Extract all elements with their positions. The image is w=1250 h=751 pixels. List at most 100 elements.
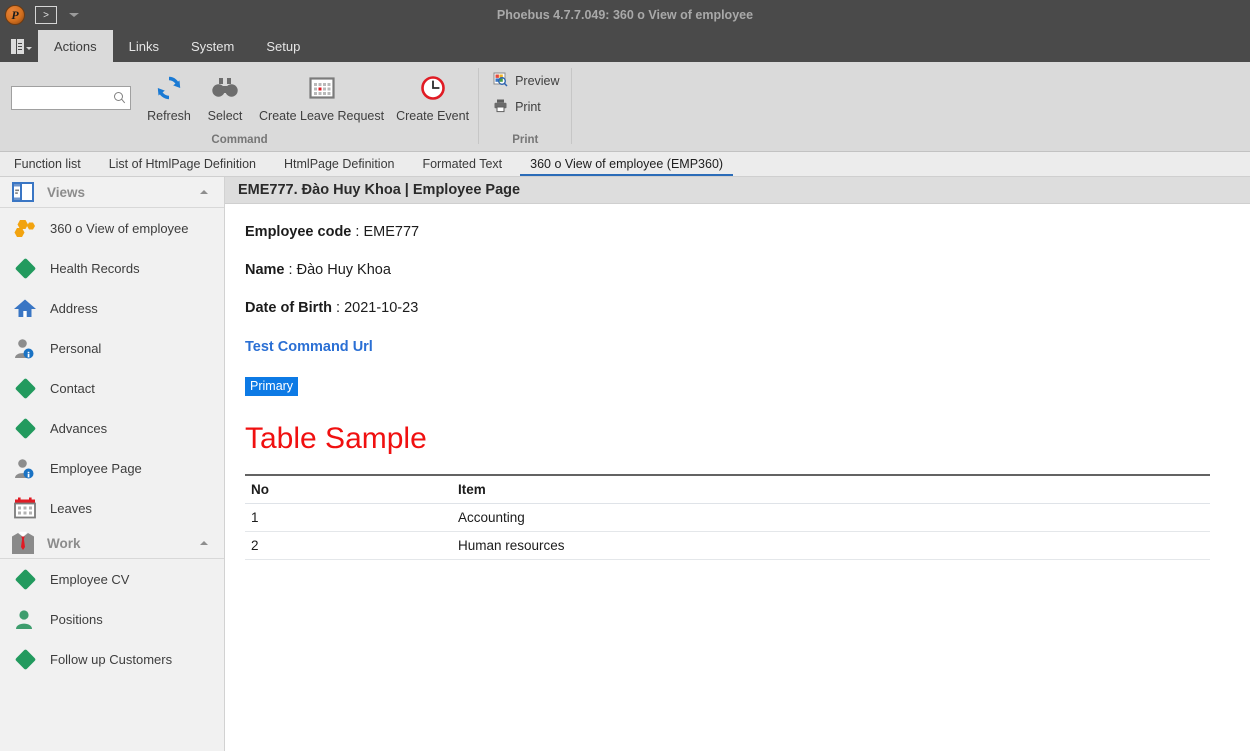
table-sample-heading: Table Sample	[245, 422, 427, 455]
tab-function-list[interactable]: Function list	[0, 152, 95, 176]
table-cell-item: Human resources	[452, 531, 1210, 560]
quick-access-dropdown-icon[interactable]	[69, 13, 79, 17]
select-button[interactable]: Select	[197, 69, 253, 123]
search-input[interactable]	[16, 90, 114, 106]
sidebar-item-follow-up-customers[interactable]: Follow up Customers	[0, 639, 224, 679]
sidebar-section-work-title: Work	[47, 535, 81, 551]
diamond-icon	[12, 257, 38, 279]
main-content: EME777. Đào Huy Khoa | Employee Page Emp…	[225, 177, 1250, 751]
tab-360-view-of-employee[interactable]: 360 o View of employee (EMP360)	[516, 152, 737, 176]
select-label: Select	[207, 109, 243, 123]
field-name-separator: :	[284, 262, 297, 278]
sidebar-item-label: Address	[50, 300, 98, 316]
sidebar-section-work-header[interactable]: Work	[0, 528, 224, 559]
sidebar-item-label: Contact	[50, 380, 95, 396]
field-date-of-birth-value: 2021-10-23	[344, 300, 419, 316]
ribbon-group-print: Preview Print Print	[479, 62, 573, 152]
preview-label: Preview	[515, 74, 560, 88]
sidebar-item-label: Personal	[50, 340, 102, 356]
workspace: Views 360 o View of employee Health Reco…	[0, 177, 1250, 751]
page-title: EME777. Đào Huy Khoa | Employee Page	[225, 177, 1250, 204]
table-cell-no: 1	[245, 503, 452, 532]
page-body: Employee code : EME777 Name : Đào Huy Kh…	[225, 204, 1250, 560]
sidebar-item-360-view-of-employee[interactable]: 360 o View of employee	[0, 208, 224, 248]
ribbon-tab-system[interactable]: System	[175, 30, 250, 62]
diamond-icon	[12, 377, 38, 399]
sidebar-item-label: Follow up Customers	[50, 651, 173, 667]
menu-book-icon	[10, 37, 24, 55]
sidebar-item-positions[interactable]: Positions	[0, 599, 224, 639]
field-employee-code-value: EME777	[363, 224, 420, 240]
quick-access-button[interactable]: >	[35, 6, 57, 24]
sidebar-item-employee-cv[interactable]: Employee CV	[0, 559, 224, 599]
person-info-icon	[12, 338, 38, 359]
field-name: Name : Đào Huy Khoa	[245, 262, 1230, 278]
table-header-row: No Item	[245, 474, 1210, 504]
create-leave-request-label: Create Leave Request	[259, 109, 385, 123]
sidebar-item-label: Health Records	[50, 260, 140, 276]
ribbon-tab-actions[interactable]: Actions	[38, 30, 113, 62]
sidebar-item-label: Positions	[50, 611, 103, 627]
table-row[interactable]: 2 Human resources	[245, 531, 1210, 560]
field-name-label: Name	[245, 262, 285, 278]
sidebar-item-health-records[interactable]: Health Records	[0, 248, 224, 288]
field-employee-code-label: Employee code	[245, 224, 352, 240]
application-menu-button[interactable]	[4, 30, 38, 62]
chevron-up-icon[interactable]	[200, 190, 208, 194]
print-label: Print	[515, 100, 541, 114]
table-cell-item: Accounting	[452, 503, 1210, 532]
field-employee-code: Employee code : EME777	[245, 224, 1230, 240]
refresh-label: Refresh	[147, 109, 191, 123]
ribbon-tab-bar: Actions Links System Setup	[0, 30, 1250, 62]
refresh-icon	[154, 71, 184, 105]
binoculars-icon	[210, 71, 240, 105]
sidebar-item-label: Employee CV	[50, 571, 130, 587]
sidebar-item-advances[interactable]: Advances	[0, 408, 224, 448]
chevron-down-icon	[25, 47, 32, 50]
refresh-button[interactable]: Refresh	[141, 69, 197, 123]
create-leave-request-button[interactable]: Create Leave Request	[253, 69, 390, 123]
sidebar-section-views-header[interactable]: Views	[0, 177, 224, 208]
tab-list-of-htmlpage-definition[interactable]: List of HtmlPage Definition	[95, 152, 270, 176]
diamond-icon	[12, 568, 38, 590]
diamond-icon	[12, 648, 38, 670]
print-button[interactable]: Print	[493, 98, 541, 116]
tab-htmlpage-definition[interactable]: HtmlPage Definition	[270, 152, 408, 176]
sidebar-item-contact[interactable]: Contact	[0, 368, 224, 408]
test-command-url-link[interactable]: Test Command Url	[245, 339, 373, 355]
table-row[interactable]: 1 Accounting	[245, 503, 1210, 532]
sidebar-item-personal[interactable]: Personal	[0, 328, 224, 368]
window-title: Phoebus 4.7.7.049: 360 o View of employe…	[496, 8, 754, 22]
person-icon	[12, 609, 38, 630]
preview-button[interactable]: Preview	[493, 72, 560, 90]
sidebar-item-leaves[interactable]: Leaves	[0, 488, 224, 528]
printer-icon	[493, 98, 508, 116]
home-icon	[12, 298, 38, 318]
document-tab-bar: Function list List of HtmlPage Definitio…	[0, 152, 1250, 177]
title-bar: P > Phoebus 4.7.7.049: 360 o View of emp…	[0, 0, 1250, 30]
ribbon-tab-setup[interactable]: Setup	[250, 30, 316, 62]
create-event-button[interactable]: Create Event	[390, 69, 475, 123]
suit-tie-icon	[10, 531, 36, 555]
sample-table: No Item 1 Accounting 2 Human resources	[245, 474, 1210, 560]
field-date-of-birth-label: Date of Birth	[245, 300, 332, 316]
ribbon-group-command: Refresh Select Create Leave Request Crea…	[0, 62, 480, 152]
field-date-of-birth-separator: :	[332, 300, 345, 316]
sidebar-item-address[interactable]: Address	[0, 288, 224, 328]
ribbon-tab-links[interactable]: Links	[113, 30, 175, 62]
chevron-up-icon[interactable]	[200, 541, 208, 545]
calendar-icon	[307, 71, 337, 105]
status-badge: Primary	[245, 377, 299, 396]
table-column-header-no: No	[245, 474, 452, 504]
hexagons-icon	[12, 219, 38, 237]
ribbon-toolbar: Refresh Select Create Leave Request Crea…	[0, 62, 1250, 152]
sidebar-item-employee-page[interactable]: Employee Page	[0, 448, 224, 488]
table-column-header-item: Item	[452, 474, 1210, 504]
ribbon-group-command-label: Command	[211, 134, 268, 146]
clock-icon	[418, 71, 448, 105]
sidebar-section-views-title: Views	[47, 184, 86, 200]
preview-icon	[493, 72, 508, 90]
tab-formated-text[interactable]: Formated Text	[408, 152, 516, 176]
app-logo-icon: P	[5, 5, 25, 25]
search-box[interactable]	[11, 86, 131, 110]
